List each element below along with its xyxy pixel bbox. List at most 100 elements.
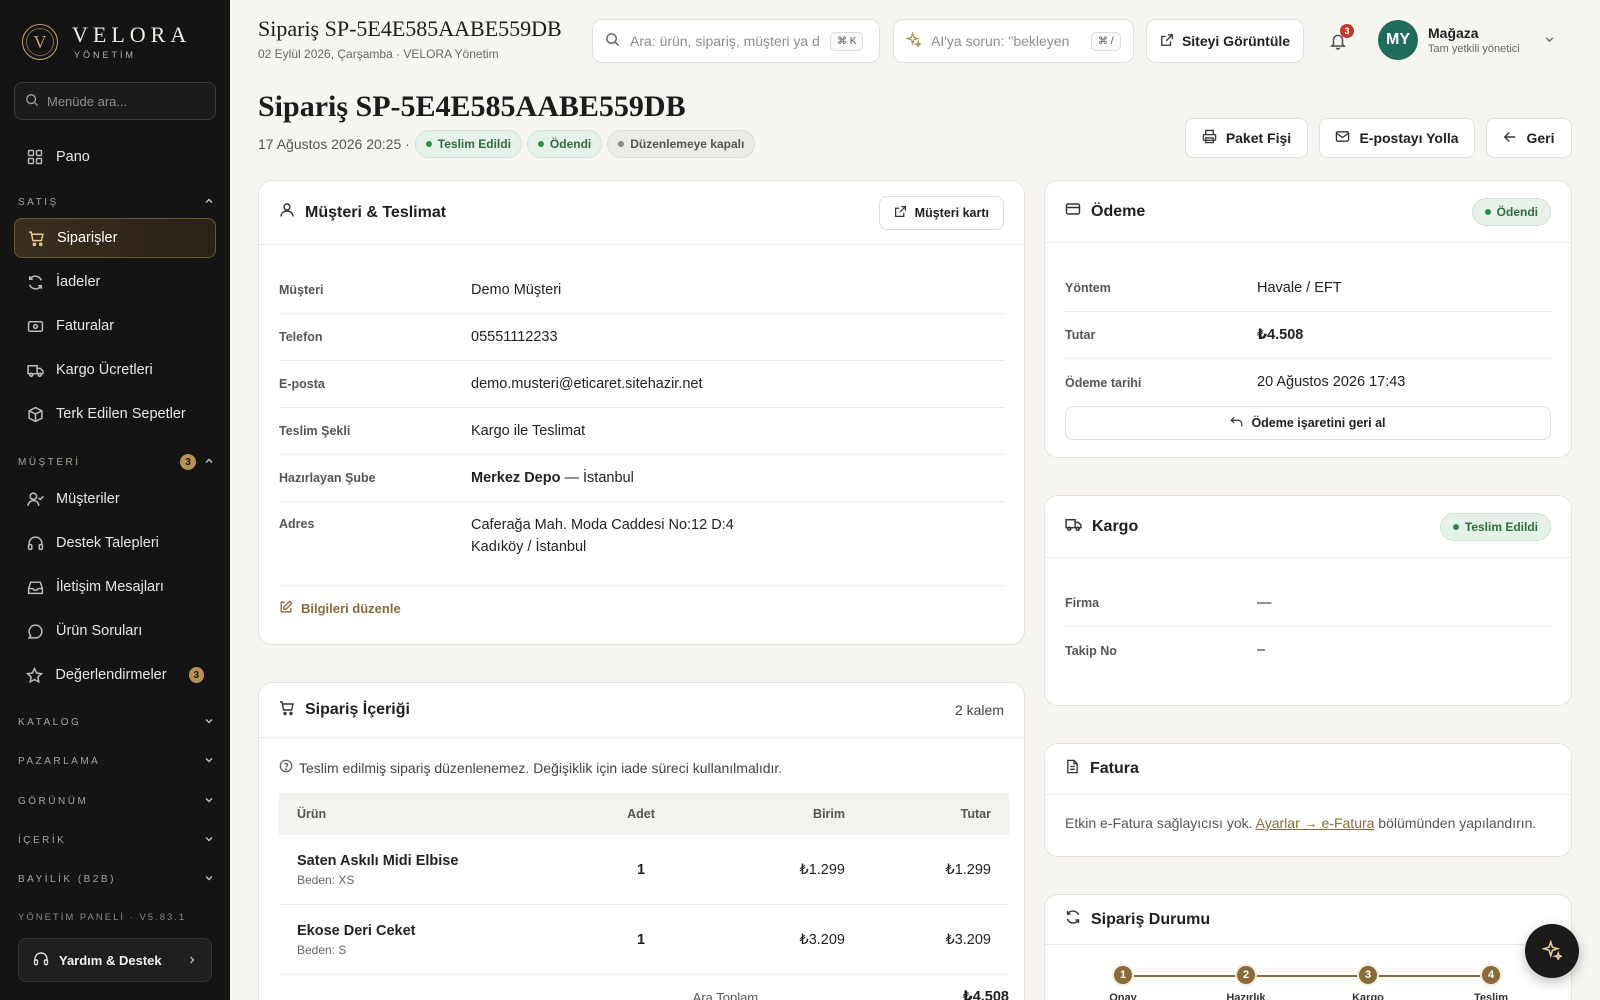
brand-logo[interactable]: V VELORA YÖNETİM <box>22 24 191 60</box>
order-items-card: Sipariş İçeriği 2 kalem Teslim edilmiş s… <box>258 682 1025 1000</box>
step-label: Teslim <box>1473 992 1509 1000</box>
mail-icon <box>1335 129 1350 147</box>
section-bayilik[interactable]: BAYİLİK (B2B) <box>18 873 214 886</box>
menu-search-input[interactable] <box>47 93 197 109</box>
product-name[interactable]: Saten Askılı Midi Elbise <box>297 853 597 869</box>
table-row: Saten Askılı Midi Elbise Beden: XS 1 ₺1.… <box>279 835 1009 905</box>
info-row: Teslim Şekli Kargo ile Teslimat <box>279 408 1004 455</box>
payment-amount: ₺4.508 <box>1257 326 1304 343</box>
shortcut-hint: ⌘ / <box>1091 31 1121 51</box>
step-label: Kargo <box>1352 992 1384 1000</box>
back-label: Geri <box>1526 130 1555 146</box>
ai-prompt[interactable]: ⌘ / <box>893 19 1134 63</box>
refresh-icon <box>1065 909 1081 930</box>
ai-prompt-input[interactable] <box>931 33 1081 49</box>
info-row: Telefon 05551112233 <box>279 314 1004 361</box>
user-menu[interactable]: MY Mağaza Tam yetkili yönetici <box>1378 20 1555 60</box>
info-label: Yöntem <box>1065 281 1111 295</box>
section-musteri[interactable]: MÜŞTERİ 3 <box>18 454 214 470</box>
print-slip-button[interactable]: Paket Fişi <box>1185 118 1308 158</box>
sidebar-item-label: Değerlendirmeler <box>55 667 167 683</box>
avatar: MY <box>1378 20 1418 60</box>
sidebar-item-musteriler[interactable]: Müşteriler <box>14 479 216 519</box>
section-gorunum[interactable]: GÖRÜNÜM <box>18 795 214 808</box>
section-label: BAYİLİK (B2B) <box>18 874 116 885</box>
ai-assistant-button[interactable] <box>1525 924 1579 978</box>
customer-card-button[interactable]: Müşteri kartı <box>878 195 1004 230</box>
info-row: Ödeme tarihi 20 Ağustos 2026 17:43 <box>1065 359 1551 406</box>
sidebar-item-siparisler[interactable]: Siparişler <box>14 218 216 258</box>
section-satis[interactable]: SATIŞ <box>18 196 214 209</box>
table-row: Ekose Deri Ceket Beden: S 1 ₺3.209 ₺3.20… <box>279 905 1009 975</box>
product-name[interactable]: Ekose Deri Ceket <box>297 923 597 939</box>
cargo-card: Kargo Teslim Edildi Firma — Takip No – <box>1044 495 1572 706</box>
send-email-button[interactable]: E-postayı Yolla <box>1319 118 1475 158</box>
order-meta: 17 Ağustos 2026 20:25 · Teslim Edildi Öd… <box>258 130 756 158</box>
sidebar-item-label: Faturalar <box>56 318 115 334</box>
sidebar-item-iletisim-mesajlari[interactable]: İletişim Mesajları <box>14 567 216 607</box>
card-header: Ödeme Ödendi <box>1045 181 1571 243</box>
headset-icon <box>26 534 44 552</box>
sidebar-item-iadeler[interactable]: İadeler <box>14 262 216 302</box>
sidebar-item-terk-edilen-sepetler[interactable]: Terk Edilen Sepetler <box>14 394 216 434</box>
inbox-icon <box>26 578 44 596</box>
info-row: Adres Caferağa Mah. Moda Caddesi No:12 D… <box>279 502 1004 586</box>
info-label: Hazırlayan Şube <box>279 471 376 485</box>
sidebar-item-pano[interactable]: Pano <box>14 137 216 177</box>
column-header: Birim <box>813 807 845 821</box>
sidebar-item-degerlendirmeler[interactable]: Değerlendirmeler 3 <box>14 655 216 695</box>
edit-info-link[interactable]: Bilgileri düzenle <box>279 600 401 617</box>
product-qty: 1 <box>636 861 646 878</box>
payment-date: 20 Ağustos 2026 17:43 <box>1257 374 1406 391</box>
help-circle-icon <box>279 759 293 776</box>
sidebar-item-destek-talepleri[interactable]: Destek Talepleri <box>14 523 216 563</box>
global-search-input[interactable] <box>630 33 820 49</box>
info-row: Yöntem Havale / EFT <box>1065 265 1551 312</box>
step-marker: 3 <box>1357 964 1379 986</box>
product-variant: Beden: XS <box>297 872 355 887</box>
chevron-right-icon <box>187 953 197 968</box>
card-header: Müşteri & Teslimat Müşteri kartı <box>259 181 1024 245</box>
info-label: Firma <box>1065 596 1100 610</box>
global-search[interactable]: ⌘ K <box>592 19 880 63</box>
section-pazarlama[interactable]: PAZARLAMA <box>18 755 214 768</box>
info-label: Adres <box>279 517 315 531</box>
card-title: Kargo <box>1092 517 1139 535</box>
back-button[interactable]: Geri <box>1486 118 1572 158</box>
chevron-up-icon <box>204 196 214 209</box>
undo-payment-button[interactable]: Ödeme işaretini geri al <box>1065 406 1551 440</box>
address-value: Caferağa Mah. Moda Caddesi No:12 D:4 Kadı… <box>471 517 734 556</box>
undo-payment-label: Ödeme işaretini geri al <box>1251 416 1386 430</box>
column-header: Ürün <box>297 807 327 821</box>
section-icerik[interactable]: İÇERİK <box>18 834 214 847</box>
brand-name: VELORA <box>72 22 192 47</box>
section-katalog[interactable]: KATALOG <box>18 716 214 729</box>
logo-mark: V <box>22 24 58 60</box>
view-site-label: Siteyi Görüntüle <box>1181 33 1291 49</box>
card-header: Kargo Teslim Edildi <box>1045 496 1571 558</box>
printer-icon <box>1202 129 1217 147</box>
chat-icon <box>26 622 44 640</box>
notice-text: Teslim edilmiş sipariş düzenlenemez. Değ… <box>299 759 783 776</box>
einvoice-settings-link[interactable]: Ayarlar → e-Fatura <box>1256 815 1375 831</box>
menu-search[interactable] <box>14 82 216 120</box>
chevron-down-icon <box>204 873 214 886</box>
card-title: Ödeme <box>1091 202 1146 220</box>
view-site-button[interactable]: Siteyi Görüntüle <box>1146 19 1304 63</box>
shortcut-hint: ⌘ K <box>830 31 864 51</box>
sidebar-item-label: Kargo Ücretleri <box>56 362 153 378</box>
sidebar-item-kargo-ucretleri[interactable]: Kargo Ücretleri <box>14 350 216 390</box>
sidebar-item-urun-sorulari[interactable]: Ürün Soruları <box>14 611 216 651</box>
grid-icon <box>26 148 44 166</box>
sidebar: V VELORA YÖNETİM Pano SATIŞ Siparişler İ… <box>0 0 230 1000</box>
headset-icon <box>33 951 49 970</box>
help-button[interactable]: Yardım & Destek <box>18 938 212 982</box>
chevron-down-icon <box>204 716 214 729</box>
star-icon <box>26 666 44 684</box>
info-label: Takip No <box>1065 643 1117 658</box>
sidebar-item-faturalar[interactable]: Faturalar <box>14 306 216 346</box>
info-label: Müşteri <box>279 283 324 297</box>
branch-value: Merkez Depo — İstanbul <box>471 469 634 486</box>
notifications-button[interactable]: 3 <box>1324 24 1354 56</box>
chevron-down-icon <box>1544 32 1555 48</box>
